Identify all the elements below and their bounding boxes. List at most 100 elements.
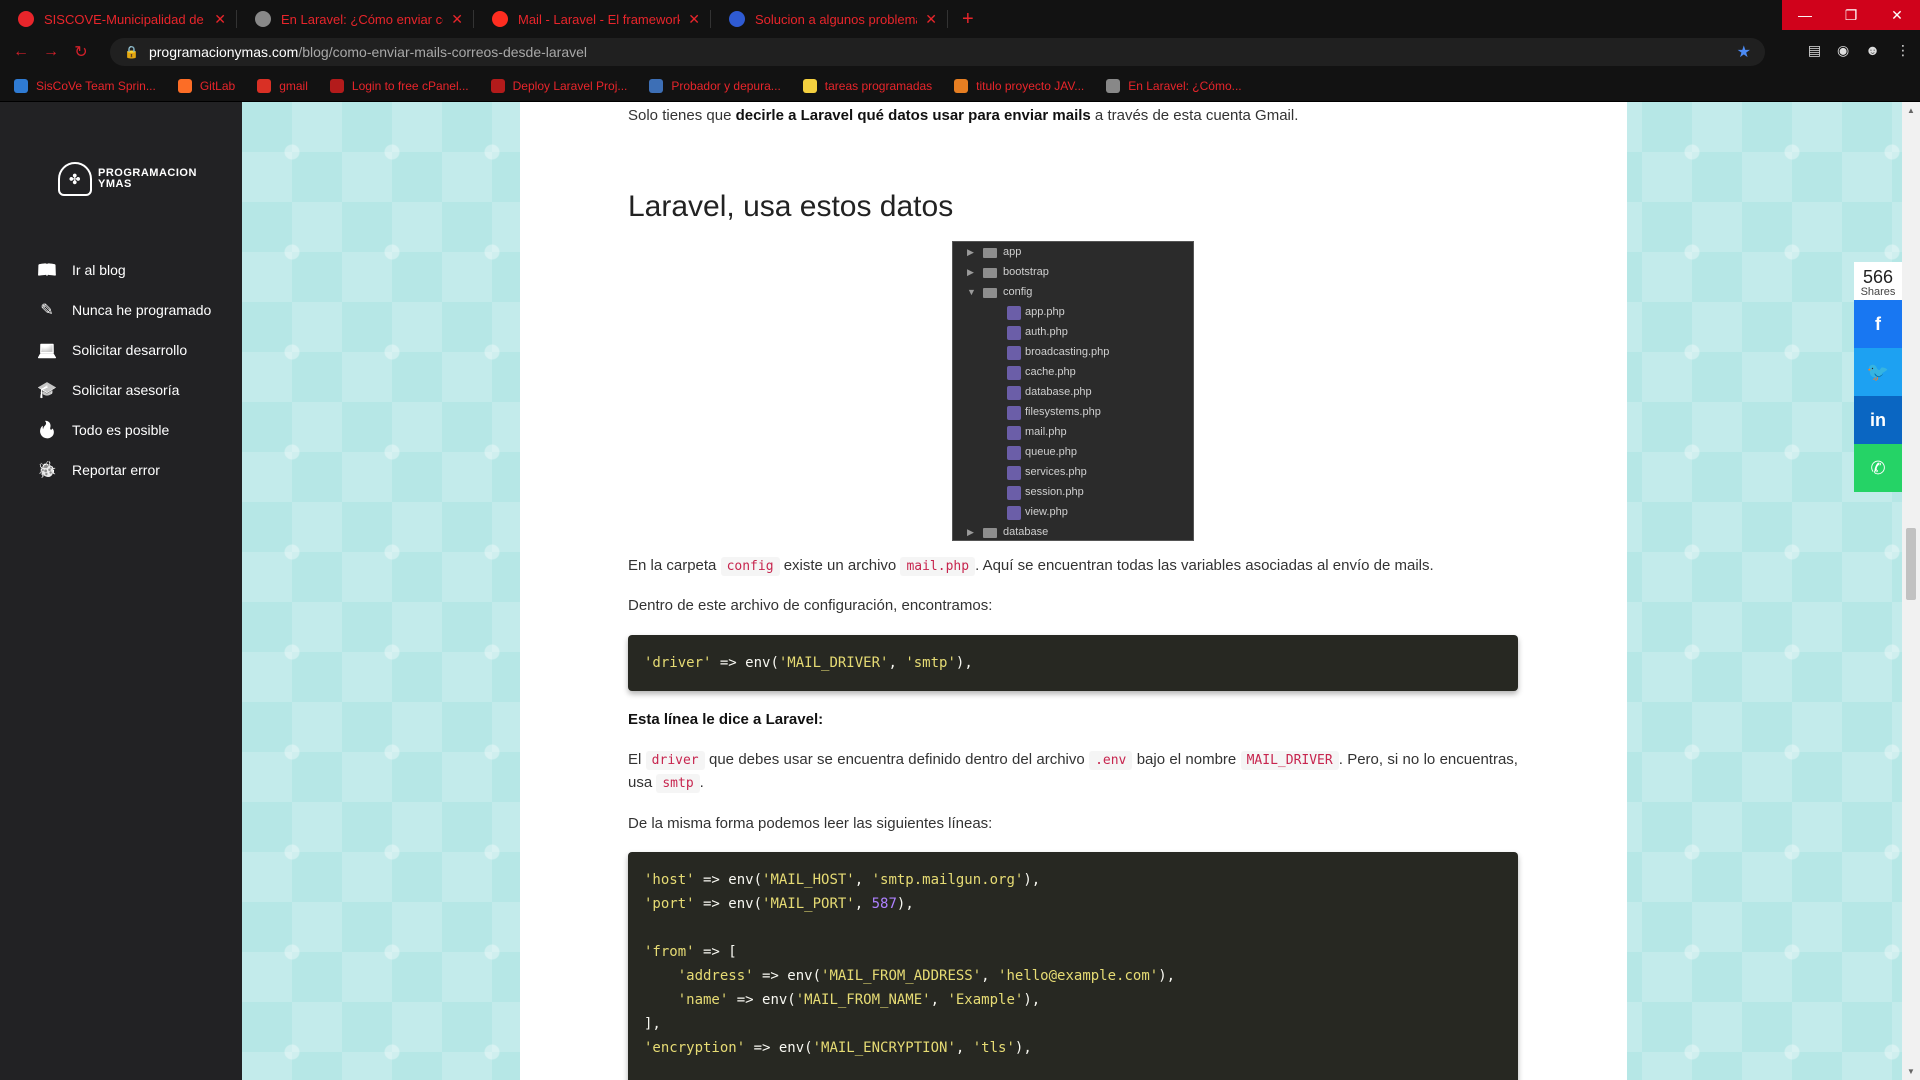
section-heading: Laravel, usa estos datos bbox=[628, 190, 954, 223]
magic-wand-icon: ✎ bbox=[40, 302, 54, 319]
bookmark-item[interactable]: Probador y depura... bbox=[649, 78, 781, 93]
new-tab-button[interactable]: + bbox=[948, 4, 988, 34]
laptop-icon: 💻 bbox=[37, 342, 57, 359]
bookmark-star-icon[interactable]: ★ bbox=[1737, 42, 1751, 62]
paragraph-config: En la carpeta config existe un archivo m… bbox=[628, 554, 1434, 577]
bug-icon: 🐞 bbox=[37, 462, 57, 479]
sidebar-item-label: Solicitar asesoría bbox=[72, 382, 180, 398]
twitter-icon: 🐦 bbox=[1866, 361, 1890, 382]
paragraph-more-lines: De la misma forma podemos leer las sigui… bbox=[628, 815, 993, 832]
sidebar-item-reportar-error[interactable]: 🐞 Reportar error bbox=[36, 450, 211, 490]
text: El bbox=[628, 751, 646, 768]
paragraph-driver-explanation: El driver que debes usar se encuentra de… bbox=[628, 748, 1518, 795]
bookmark-favicon-icon bbox=[954, 78, 969, 93]
tree-label: config bbox=[1003, 286, 1033, 299]
menu-kebab-icon[interactable]: ⋮ bbox=[1896, 42, 1910, 59]
tab-favicon-icon bbox=[729, 11, 745, 27]
site-logo[interactable]: ✤ PROGRAMACION YMAS bbox=[58, 162, 197, 196]
cast-icon[interactable]: ▤ bbox=[1808, 42, 1821, 59]
bookmark-item[interactable]: gmail bbox=[257, 78, 308, 93]
article-container: Solo tienes que decirle a Laravel qué da… bbox=[520, 102, 1627, 1080]
paragraph-line-says: Esta línea le dice a Laravel: bbox=[628, 708, 823, 731]
file-tree-screenshot: ▶ app ▶ bootstrap ▼ config app.php auth.php broa… bbox=[952, 241, 1194, 541]
sidebar-item-todo-es-posible[interactable]: 🔥 Todo es posible bbox=[36, 410, 211, 450]
sidebar-item-nunca-he-programado[interactable]: ✎ Nunca he programado bbox=[36, 290, 211, 330]
chevron-right-icon: ▶ bbox=[967, 527, 974, 538]
page-scrollbar[interactable]: ▲ ▼ bbox=[1902, 102, 1920, 1080]
sidebar-item-solicitar-asesor-a[interactable]: 🎓 Solicitar asesoría bbox=[36, 370, 211, 410]
browser-tab[interactable]: En Laravel: ¿Cómo enviar correo ✕ bbox=[237, 4, 473, 34]
flame-icon: 🔥 bbox=[37, 422, 57, 439]
tree-file: broadcasting.php bbox=[953, 343, 1193, 363]
minimize-button[interactable]: — bbox=[1782, 0, 1828, 30]
logo-icon: ✤ bbox=[58, 162, 92, 196]
bookmark-item[interactable]: tareas programadas bbox=[802, 78, 932, 93]
folder-icon bbox=[983, 288, 997, 298]
scroll-down-icon[interactable]: ▼ bbox=[1902, 1067, 1920, 1076]
text: . Aquí se encuentran todas las variables… bbox=[975, 557, 1434, 574]
intro-text: Solo tienes que bbox=[628, 107, 736, 124]
linkedin-share-button[interactable]: in bbox=[1854, 396, 1902, 444]
tab-close-icon[interactable]: ✕ bbox=[451, 11, 463, 28]
share-widget: 566 Shares f 🐦 in ✆ bbox=[1854, 262, 1902, 492]
extension-icon[interactable]: ◉ bbox=[1837, 42, 1849, 59]
tree-folder: ▼ config bbox=[953, 283, 1193, 303]
scroll-up-icon[interactable]: ▲ bbox=[1902, 106, 1920, 115]
intro-suffix: a través de esta cuenta Gmail. bbox=[1090, 107, 1299, 124]
tab-close-icon[interactable]: ✕ bbox=[688, 11, 700, 28]
logo-text: PROGRAMACION YMAS bbox=[98, 167, 197, 190]
browser-tab[interactable]: Mail - Laravel - El framework PH ✕ bbox=[474, 4, 710, 34]
tree-label: queue.php bbox=[1025, 446, 1077, 459]
inline-code: mail.php bbox=[900, 557, 976, 576]
bookmark-item[interactable]: titulo proyecto JAV... bbox=[954, 78, 1084, 93]
facebook-icon: f bbox=[1875, 313, 1881, 334]
tree-label: mail.php bbox=[1025, 426, 1067, 439]
text: existe un archivo bbox=[779, 557, 901, 574]
tab-close-icon[interactable]: ✕ bbox=[214, 11, 226, 28]
restore-button[interactable]: ❐ bbox=[1828, 0, 1874, 30]
tree-folder: ▶ bootstrap bbox=[953, 263, 1193, 283]
tab-title: Mail - Laravel - El framework PH bbox=[518, 11, 681, 27]
url-bar[interactable]: 🔒 programacionymas.com/blog/como-enviar-… bbox=[110, 38, 1765, 66]
url-path: /blog/como-enviar-mails-correos-desde-la… bbox=[298, 44, 588, 60]
forward-icon[interactable]: → bbox=[36, 43, 66, 61]
sidebar-item-ir-al-blog[interactable]: 📖 Ir al blog bbox=[36, 250, 211, 290]
close-window-button[interactable]: ✕ bbox=[1874, 0, 1920, 30]
sidebar-menu: 📖 Ir al blog ✎ Nunca he programado 💻 Solicita… bbox=[36, 250, 211, 490]
sidebar-item-label: Todo es posible bbox=[72, 422, 170, 438]
tree-label: view.php bbox=[1025, 506, 1068, 519]
bookmark-item[interactable]: GitLab bbox=[177, 78, 236, 93]
sidebar-item-solicitar-desarrollo[interactable]: 💻 Solicitar desarrollo bbox=[36, 330, 211, 370]
bold-text: Esta línea le dice a Laravel: bbox=[628, 711, 824, 728]
browser-tab[interactable]: SISCOVE-Municipalidad de Nico ✕ bbox=[0, 4, 236, 34]
facebook-share-button[interactable]: f bbox=[1854, 300, 1902, 348]
twitter-share-button[interactable]: 🐦 bbox=[1854, 348, 1902, 396]
sidebar-item-label: Reportar error bbox=[72, 462, 160, 478]
reload-icon[interactable]: ↻ bbox=[66, 42, 96, 62]
tab-favicon-icon bbox=[492, 11, 508, 27]
chevron-right-icon: ▶ bbox=[967, 247, 974, 258]
bookmark-item[interactable]: SisCoVe Team Sprin... bbox=[14, 78, 156, 93]
inline-code: config bbox=[720, 557, 780, 576]
php-file-icon bbox=[1007, 366, 1021, 380]
whatsapp-share-button[interactable]: ✆ bbox=[1854, 444, 1902, 492]
bookmark-favicon-icon bbox=[1106, 78, 1121, 93]
bookmark-item[interactable]: En Laravel: ¿Cómo... bbox=[1106, 78, 1242, 93]
scrollbar-thumb[interactable] bbox=[1906, 528, 1916, 600]
paragraph-intro-config: Dentro de este archivo de configuración,… bbox=[628, 597, 993, 614]
bookmark-item[interactable]: Deploy Laravel Proj... bbox=[490, 78, 627, 93]
bookmark-favicon-icon bbox=[649, 78, 664, 93]
tab-close-icon[interactable]: ✕ bbox=[925, 11, 937, 28]
bookmark-label: gmail bbox=[279, 78, 308, 93]
bookmark-favicon-icon bbox=[257, 78, 272, 93]
back-icon[interactable]: ← bbox=[6, 43, 36, 61]
bookmark-label: GitLab bbox=[199, 78, 236, 93]
profile-avatar-icon[interactable]: ☻ bbox=[1865, 42, 1880, 59]
browser-tab[interactable]: Solucion a algunos problemas re ✕ bbox=[711, 4, 947, 34]
chevron-right-icon: ▶ bbox=[967, 267, 974, 278]
tab-title: SISCOVE-Municipalidad de Nico bbox=[44, 11, 206, 27]
inline-code: smtp bbox=[656, 774, 700, 794]
bookmark-item[interactable]: Login to free cPanel... bbox=[329, 78, 469, 93]
text: bajo el nombre bbox=[1132, 751, 1241, 768]
php-file-icon bbox=[1007, 346, 1021, 360]
